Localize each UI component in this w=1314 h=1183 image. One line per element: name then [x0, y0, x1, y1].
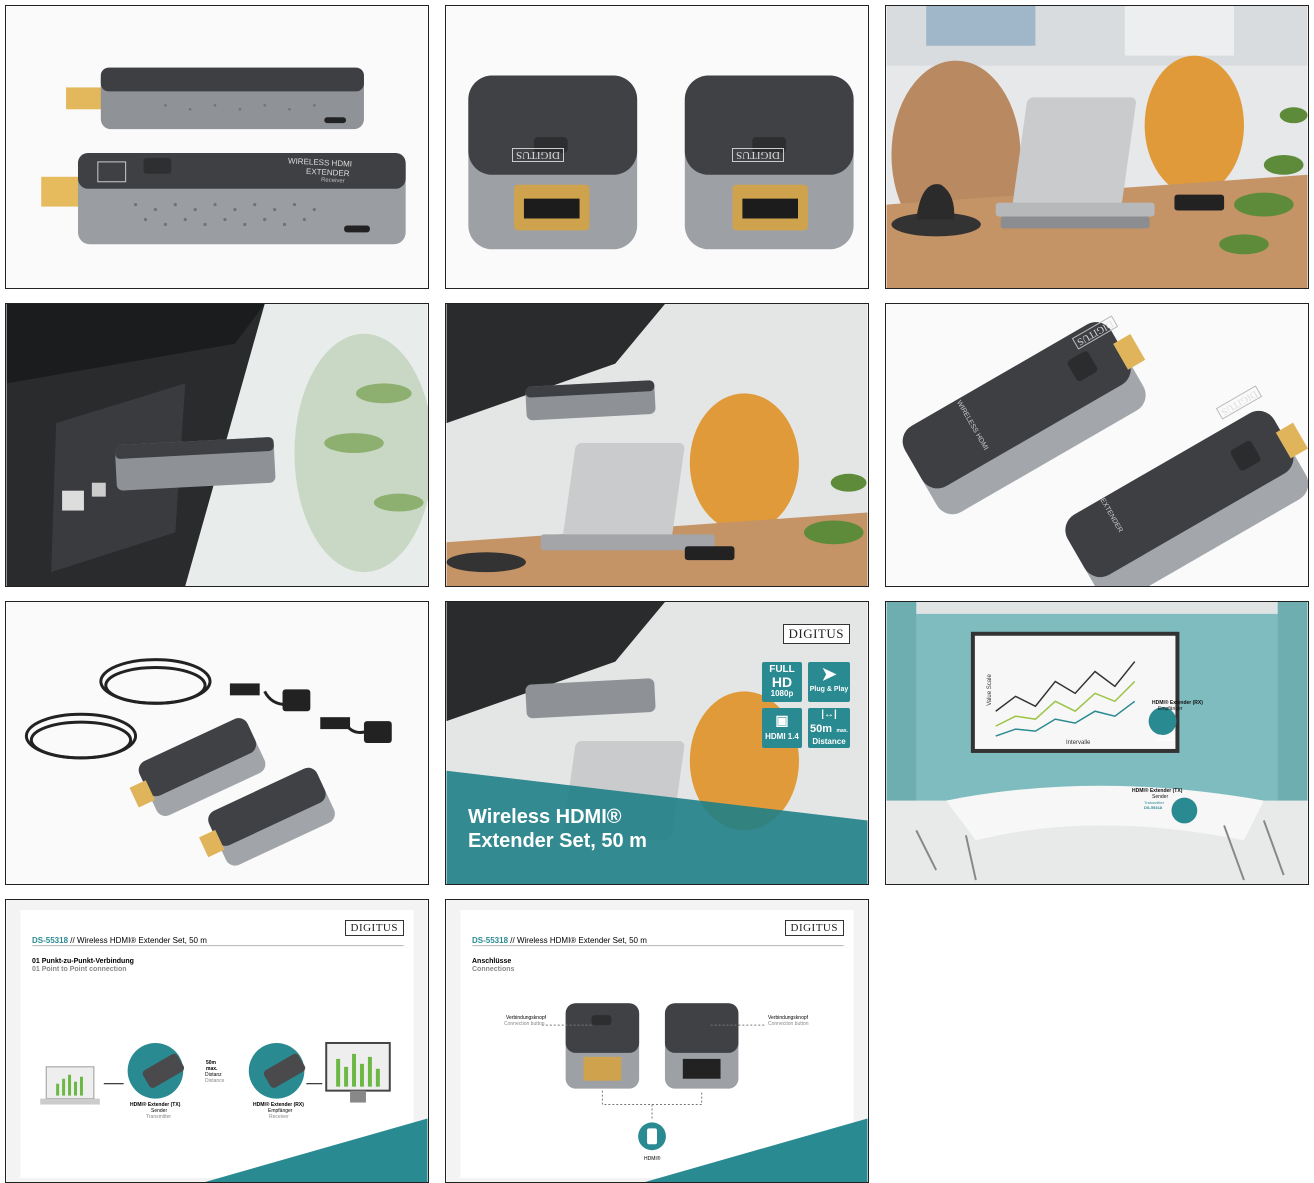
rx-sub2: Receiver — [269, 1114, 289, 1120]
model-number: DS-55318 — [32, 936, 69, 945]
gallery-tile-datasheet-connection[interactable]: DIGITUS DS-55318 // Wireless HDMI® Exten… — [5, 899, 429, 1183]
plug-play-badge: ➤ Plug & Play — [808, 662, 850, 702]
section-heading-de: 01 Punkt-zu-Punkt-Verbindung — [32, 958, 134, 965]
tv-desk-scene-image — [446, 304, 868, 586]
distance-arrows-icon: |↔| — [821, 709, 837, 720]
chart-y-axis-label: Value Scale — [986, 674, 993, 706]
title-separator: // — [510, 936, 515, 945]
distance-badge: |↔| 50m max. Distance — [808, 708, 850, 748]
product-front-view-image — [446, 6, 868, 288]
product-side-view-image — [6, 6, 428, 288]
product-name: Wireless HDMI® Extender Set, 50 m — [516, 936, 647, 945]
button-callout-en-left: Connection button — [504, 1021, 545, 1027]
gallery-tile-tv-desk-scene[interactable] — [445, 303, 869, 587]
rx-callout-sub: Empfänger — [1158, 706, 1183, 712]
gallery-tile-datasheet-ports[interactable]: DIGITUS DS-55318 // Wireless HDMI® Exten… — [445, 899, 869, 1183]
gallery-tile-accessories-set[interactable] — [5, 601, 429, 885]
banner-title-line1: Wireless HDMI® — [468, 806, 622, 828]
device-label-line3: Receiver — [320, 177, 345, 185]
plug-play-label: Plug & Play — [809, 686, 849, 693]
distance-max: max. — [836, 728, 848, 734]
rx-callout-model: DS-55318 — [1156, 737, 1175, 742]
brand-label-left: DIGITUS — [512, 148, 564, 162]
hdmi-icon-label: HDMI® — [644, 1156, 661, 1162]
section-heading-de: Anschlüsse — [472, 958, 512, 965]
plug-icon: ➤ — [821, 664, 837, 684]
distance-value: 50m — [810, 723, 833, 735]
gallery-tile-product-top-view[interactable]: DIGITUS DIGITUS WIRELESS HDMI EXTENDER — [885, 303, 1309, 587]
distance-en: Distance — [205, 1078, 225, 1084]
gallery-tile-product-side-view[interactable]: WIRELESS HDMI EXTENDER Receiver — [5, 5, 429, 289]
model-number: DS-55318 — [472, 936, 509, 945]
datasheet-logo: DIGITUS — [784, 920, 844, 936]
datasheet-title: DS-55318 // Wireless HDMI® Extender Set,… — [32, 936, 207, 945]
product-name: Wireless HDMI® Extender Set, 50 m — [76, 936, 207, 945]
section-heading-en: 01 Point to Point connection — [32, 966, 127, 973]
datasheet-title: DS-55318 // Wireless HDMI® Extender Set,… — [472, 936, 647, 945]
gallery-tile-product-front-view[interactable]: DIGITUS DIGITUS — [445, 5, 869, 289]
banner-title-line2: Extender Set, 50 m — [468, 830, 647, 852]
hdmi-port-icon: ▣ — [775, 712, 789, 728]
button-callout-en-right: Connection button — [768, 1021, 809, 1027]
resolution-label: 1080p — [770, 689, 794, 698]
chart-x-axis-label: Intervalle — [1066, 740, 1091, 746]
product-top-view-image — [886, 304, 1308, 586]
hdmi-version-badge: ▣ HDMI 1.4 — [762, 708, 802, 748]
conference-room-scene-image — [886, 602, 1308, 884]
office-desk-scene-image — [886, 6, 1308, 288]
distance-label: Distance — [812, 737, 846, 746]
hd-label: HD — [771, 674, 793, 690]
full-hd-badge: FULL HD 1080p — [762, 662, 802, 702]
brand-label-right: DIGITUS — [732, 148, 784, 162]
digitus-logo: DIGITUS — [782, 624, 850, 644]
tx-callout-model: DS-55318 — [1144, 805, 1163, 810]
hdmi-version-label: HDMI 1.4 — [765, 732, 799, 741]
gallery-tile-office-desk-scene[interactable] — [885, 5, 1309, 289]
datasheet-logo: DIGITUS — [344, 920, 404, 936]
gallery-tile-conference-room-scene[interactable]: Value Scale Intervalle HDMI® Extender (R… — [885, 601, 1309, 885]
tx-sub2: Transmitter — [146, 1114, 172, 1120]
gallery-tile-marketing-banner[interactable]: DIGITUS FULL HD 1080p ➤ Plug & Play ▣ HD… — [445, 601, 869, 885]
title-separator: // — [70, 936, 75, 945]
gallery-tile-tv-plugged-closeup[interactable] — [5, 303, 429, 587]
tv-plugged-closeup-image — [6, 304, 428, 586]
accessories-set-image — [6, 602, 428, 884]
section-heading-en: Connections — [472, 966, 515, 973]
